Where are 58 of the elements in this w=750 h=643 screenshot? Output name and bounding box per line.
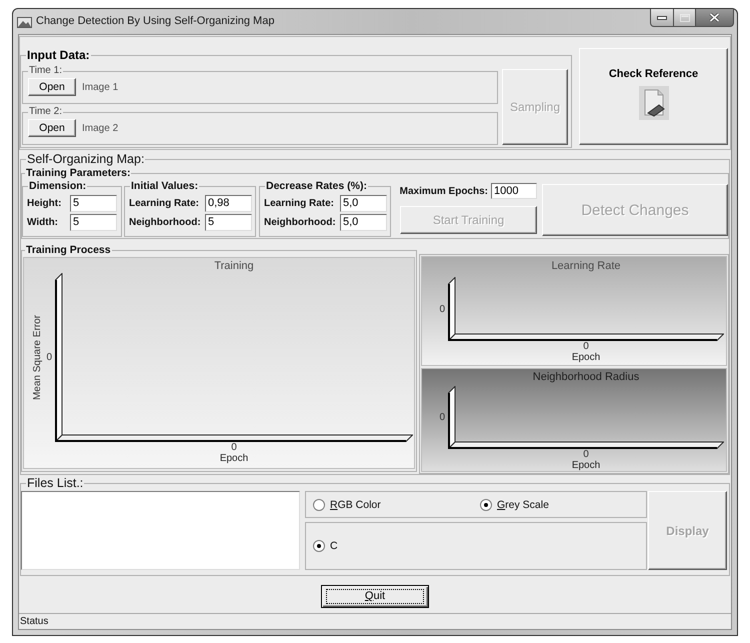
picture-icon	[17, 15, 32, 28]
group-title: Initial Values:	[130, 180, 200, 193]
axis-title: Mean Square Error	[32, 314, 42, 400]
group-title: Files List.:	[26, 475, 84, 491]
radio-button[interactable]	[480, 498, 492, 510]
file-name-label: Image 1	[82, 82, 118, 92]
maximize-icon	[680, 14, 690, 22]
field-label: Height:	[27, 198, 62, 209]
check-reference-button[interactable]: Check Reference	[579, 48, 728, 145]
radio-label: Grey Scale	[497, 498, 549, 510]
minimize-icon	[657, 16, 667, 20]
text-field[interactable]: 0,98	[205, 195, 252, 212]
field-label: Neighborhood:	[264, 217, 337, 228]
open-button[interactable]: Open	[28, 119, 76, 137]
window-title: Change Detection By Using Self-Organizing Map	[36, 14, 274, 29]
axis-title: Epoch	[220, 453, 248, 464]
radio-label: RGB Color	[330, 498, 381, 510]
radio-button[interactable]	[313, 540, 325, 552]
tick-label: 0	[439, 304, 445, 314]
group-title: Self-Organizing Map:	[26, 151, 146, 167]
radio-button[interactable]	[313, 498, 325, 510]
chart-title: Neighborhood Radius	[532, 370, 640, 384]
axis-title: Epoch	[572, 460, 600, 471]
chart-title: Learning Rate	[551, 259, 621, 273]
tick-label: 0	[231, 442, 237, 453]
close-icon	[709, 13, 720, 22]
axis-title: Epoch	[572, 352, 600, 363]
text-field[interactable]: 5	[205, 214, 252, 231]
minimize-button[interactable]	[650, 9, 674, 27]
tick-label: 0	[46, 352, 52, 363]
document-pencil-icon	[638, 86, 668, 120]
radio-label: C	[330, 540, 338, 552]
field-label: Maximum Epochs:	[400, 186, 488, 196]
group-title: Training Parameters:	[25, 167, 132, 180]
group-title: Training Process	[25, 244, 112, 257]
status-text: Status	[20, 616, 48, 627]
field-label: Learning Rate:	[129, 198, 200, 209]
tick-label: 0	[583, 341, 589, 352]
text-field[interactable]: 5,0	[340, 195, 387, 212]
open-button[interactable]: Open	[28, 78, 76, 96]
field-label: Neighborhood:	[129, 217, 202, 228]
tick-label: 0	[583, 449, 589, 460]
chart-title: Training	[214, 259, 254, 273]
text-field[interactable]: 5	[70, 195, 117, 212]
quit-button[interactable]: Quit	[321, 585, 429, 608]
field-label: Learning Rate:	[264, 198, 336, 209]
text-field[interactable]: 5,0	[340, 214, 387, 231]
group-title: Time 1:	[28, 65, 63, 77]
text-field[interactable]: 1000	[491, 183, 537, 199]
group-title: Time 2:	[28, 106, 63, 118]
text-field[interactable]: 5	[70, 214, 117, 231]
field-label: Width:	[27, 217, 60, 228]
group-title: Decrease Rates (%):	[265, 180, 368, 193]
group-title: Dimension:	[28, 180, 88, 193]
close-button[interactable]	[696, 9, 734, 27]
group-title: Input Data:	[26, 48, 91, 63]
file-name-label: Image 2	[82, 122, 118, 134]
tick-label: 0	[439, 412, 445, 423]
